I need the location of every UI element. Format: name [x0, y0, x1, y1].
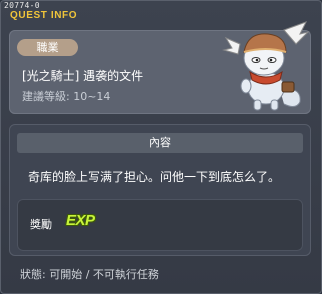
- content-header: 內容: [17, 133, 303, 153]
- reward-box: [17, 199, 303, 251]
- quest-level-requirement: 建議等級: 10~14: [22, 90, 111, 103]
- npc-portrait-icon: [222, 21, 310, 111]
- quest-id: 20774-0: [4, 1, 40, 10]
- reward-label: 獎勵: [30, 218, 52, 231]
- quest-status: 狀態: 可開始 / 不可執行任務: [20, 268, 159, 281]
- job-badge: 職業: [17, 39, 78, 56]
- exp-reward-icon: EXP: [66, 212, 95, 229]
- window-title: QUEST INFO: [10, 10, 78, 21]
- quest-title: [光之騎士] 遇袭的文件: [22, 69, 144, 83]
- content-text: 奇库的脸上写满了担心。问他一下到底怎么了。: [28, 170, 281, 184]
